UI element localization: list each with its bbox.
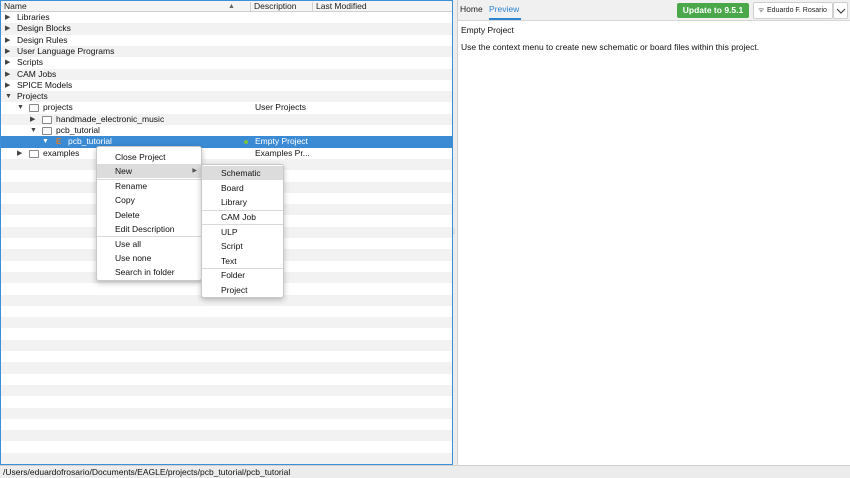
collapse-arrow-icon[interactable]: ▼: [5, 91, 12, 102]
status-bar: /Users/eduardofrosario/Documents/EAGLE/p…: [0, 465, 850, 478]
empty-row: [1, 452, 452, 464]
tab-home[interactable]: Home: [460, 0, 483, 19]
menu-item-new[interactable]: New ▶: [97, 164, 201, 178]
update-button[interactable]: Update to 9.5.1: [677, 3, 749, 18]
expand-arrow-icon[interactable]: ▶: [5, 57, 10, 68]
submenu-item-ulp[interactable]: ULP: [202, 225, 283, 239]
tree-row-pcb-tutorial-folder[interactable]: ▼ pcb_tutorial: [1, 125, 452, 136]
tree-row-label: SPICE Models: [17, 79, 73, 90]
user-menu-dropdown[interactable]: [833, 2, 848, 19]
menu-item-copy[interactable]: Copy: [97, 193, 201, 207]
chevron-down-icon: [836, 8, 846, 14]
collapse-arrow-icon[interactable]: ▼: [30, 125, 37, 136]
tree-row-label: handmade_electronic_music: [56, 113, 165, 124]
column-header-description[interactable]: Description: [254, 1, 297, 12]
submenu-item-library[interactable]: Library: [202, 195, 283, 209]
expand-arrow-icon[interactable]: ▶: [5, 35, 10, 46]
empty-row: [1, 430, 452, 442]
submenu-item-project[interactable]: Project: [202, 283, 283, 297]
column-header-last-modified[interactable]: Last Modified: [316, 1, 367, 12]
expand-arrow-icon[interactable]: ▶: [5, 23, 10, 34]
open-folder-icon: [29, 104, 39, 113]
tree-row-scripts[interactable]: ▶ Scripts: [1, 57, 452, 68]
preview-toolbar: Home Preview Update to 9.5.1 ᯤ Eduardo F…: [458, 0, 850, 21]
tree-row-description: Empty Project: [255, 136, 308, 147]
tree-row-libraries[interactable]: ▶ Libraries: [1, 12, 452, 23]
tree-row-cam-jobs[interactable]: ▶ CAM Jobs: [1, 68, 452, 80]
menu-item-delete[interactable]: Delete: [97, 208, 201, 222]
preview-description: Use the context menu to create new schem…: [461, 42, 760, 52]
empty-row: [1, 384, 452, 397]
tree-row-label: examples: [43, 147, 80, 158]
submenu-item-schematic[interactable]: Schematic: [202, 166, 283, 180]
open-folder-icon: [42, 127, 52, 135]
tree-row-label: Scripts: [17, 57, 43, 68]
splitter-grip-icon: ⁞: [453, 229, 455, 236]
column-divider[interactable]: [312, 2, 313, 11]
folder-icon: [42, 115, 52, 124]
user-account-button[interactable]: ᯤ Eduardo F. Rosario: [753, 2, 833, 19]
tree-row-label: Libraries: [17, 12, 50, 22]
tree-row-spice-models[interactable]: ▶ SPICE Models: [1, 80, 452, 91]
expand-arrow-icon[interactable]: ▶: [5, 69, 10, 80]
new-submenu: Schematic Board Library CAM Job ULP Scri…: [201, 164, 284, 298]
empty-row: [1, 339, 452, 351]
tree-row-ulp[interactable]: ▶ User Language Programs: [1, 45, 452, 58]
tree-row-label: Design Blocks: [17, 23, 71, 34]
collapse-arrow-icon[interactable]: ▼: [17, 102, 24, 113]
submenu-item-board[interactable]: Board: [202, 181, 283, 195]
expand-arrow-icon[interactable]: ▶: [17, 148, 22, 159]
menu-item-edit-description[interactable]: Edit Description: [97, 222, 201, 236]
project-active-dot-icon: [244, 140, 248, 145]
submenu-item-cam-job[interactable]: CAM Job: [202, 210, 283, 224]
sort-ascending-icon: ▲: [228, 3, 235, 10]
tree-row-label: projects: [43, 102, 73, 113]
tree-row-label: Projects: [17, 91, 48, 102]
tree-row-description: Examples Pr...: [255, 147, 310, 158]
preview-title: Empty Project: [461, 25, 514, 35]
empty-row: [1, 362, 452, 374]
tree-row-projects-folder[interactable]: ▼ projects User Projects: [1, 102, 452, 113]
tree-row-projects[interactable]: ▼ Projects: [1, 91, 452, 103]
column-header-name[interactable]: Name: [4, 1, 27, 12]
empty-row: [1, 407, 452, 419]
expand-arrow-icon[interactable]: ▶: [5, 80, 10, 91]
submenu-item-text[interactable]: Text: [202, 254, 283, 268]
preview-pane: Home Preview Update to 9.5.1 ᯤ Eduardo F…: [457, 0, 850, 465]
submenu-arrow-icon: ▶: [192, 168, 197, 174]
tab-preview[interactable]: Preview: [489, 0, 519, 19]
tree-row-pcb-tutorial-project[interactable]: ▼ E pcb_tutorial Empty Project: [1, 136, 452, 148]
expand-arrow-icon[interactable]: ▶: [5, 12, 10, 23]
tree-column-header: Name ▲ Description Last Modified: [1, 1, 452, 12]
tree-row-label: User Language Programs: [17, 45, 115, 56]
submenu-item-script[interactable]: Script: [202, 239, 283, 253]
tree-row-design-blocks[interactable]: ▶ Design Blocks: [1, 23, 452, 35]
folder-icon: [29, 149, 39, 158]
tree-row-design-rules[interactable]: ▶ Design Rules: [1, 35, 452, 46]
menu-item-close-project[interactable]: Close Project: [97, 150, 201, 164]
tree-row-examples[interactable]: ▶ examples Examples Pr...: [1, 148, 452, 159]
collapse-arrow-icon[interactable]: ▼: [42, 136, 49, 147]
column-divider[interactable]: [250, 2, 251, 11]
menu-item-use-all[interactable]: Use all: [97, 237, 201, 251]
expand-arrow-icon[interactable]: ▶: [5, 46, 10, 57]
tree-row-label: pcb_tutorial: [56, 125, 100, 135]
submenu-item-folder[interactable]: Folder: [202, 268, 283, 282]
menu-item-use-none[interactable]: Use none: [97, 251, 201, 265]
tree-row-label: CAM Jobs: [17, 68, 57, 79]
status-path: /Users/eduardofrosario/Documents/EAGLE/p…: [3, 467, 291, 477]
menu-item-rename[interactable]: Rename: [97, 179, 201, 193]
wifi-icon: ᯤ: [758, 7, 765, 14]
eagle-project-icon: E: [56, 137, 62, 147]
active-tab-indicator: [489, 18, 521, 20]
tree-row-handmade-electronic-music[interactable]: ▶ handmade_electronic_music: [1, 113, 452, 125]
expand-arrow-icon[interactable]: ▶: [30, 114, 35, 125]
user-name: Eduardo F. Rosario: [767, 7, 827, 14]
menu-item-search-in-folder[interactable]: Search in folder: [97, 265, 201, 279]
tree-row-description: User Projects: [255, 102, 307, 113]
empty-row: [1, 317, 452, 329]
tree-row-label: Design Rules: [17, 34, 68, 45]
context-menu: Close Project New ▶ Rename Copy Delete Ed…: [96, 146, 202, 281]
